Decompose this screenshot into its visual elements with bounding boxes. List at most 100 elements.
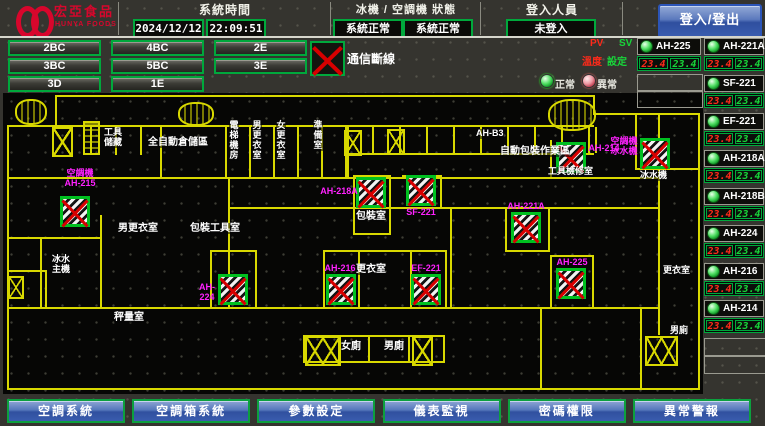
pv-value: 23.4: [706, 208, 733, 219]
wall-segment: [505, 250, 550, 252]
wall-segment: [368, 335, 370, 363]
setpoint-label: 設定: [607, 53, 627, 68]
comm-fault-marker[interactable]: [406, 175, 436, 206]
unit-name: SF-221: [723, 78, 756, 89]
wall-segment: [389, 175, 391, 235]
unit-cell-ah-216[interactable]: AH-216: [704, 263, 764, 280]
unit-name: AH-224: [723, 228, 757, 239]
nav-button[interactable]: 異常警報: [633, 399, 751, 423]
comm-fault-marker[interactable]: [511, 212, 541, 243]
pv-value: 23.4: [639, 58, 668, 69]
abnormal-lamp-icon: [582, 74, 596, 88]
nav-button[interactable]: 儀表監視: [383, 399, 501, 423]
unit-values: 23.423.4: [704, 243, 764, 258]
floor-button-3d[interactable]: 3D: [8, 76, 101, 92]
wall-segment: [592, 255, 594, 307]
floor-button-3bc[interactable]: 3BC: [8, 58, 101, 74]
unit-values: 23.423.4: [704, 281, 764, 296]
empty-slot: [704, 356, 765, 374]
comm-fault-marker[interactable]: [326, 274, 356, 305]
room-label: 冰水 主機: [52, 255, 70, 275]
status-lamp-icon: [707, 190, 720, 203]
shaft-x-icon: [52, 127, 73, 157]
room-label: 男更衣室: [118, 223, 158, 234]
unit-cell-ah-221a[interactable]: AH-221A: [704, 38, 764, 55]
unit-cell-ah-218b[interactable]: AH-218B: [704, 188, 764, 205]
status-lamp-icon: [707, 227, 720, 240]
sv-value: 23.4: [735, 170, 762, 181]
unit-cell-sf-221[interactable]: SF-221: [704, 75, 764, 92]
nav-button[interactable]: 空調箱系統: [132, 399, 250, 423]
wall-segment: [323, 250, 325, 307]
sv-value: 23.4: [670, 58, 699, 69]
room-label: 包裝室: [356, 211, 386, 222]
unit-cell-ah-224[interactable]: AH-224: [704, 225, 764, 242]
sv-value: 23.4: [735, 320, 762, 331]
sv-value: 23.4: [735, 208, 762, 219]
pv-column-label: PV: [590, 38, 603, 49]
floor-button-5bc[interactable]: 5BC: [111, 58, 204, 74]
unit-values: 23.423.4: [637, 56, 701, 71]
status-lamp-icon: [707, 40, 720, 53]
room-label: 女更衣室: [276, 121, 286, 161]
status-lamp-icon: [707, 152, 720, 165]
unit-name: AH-214: [723, 303, 757, 314]
login-logout-button[interactable]: 登入/登出: [658, 4, 762, 38]
wall-segment: [7, 307, 659, 309]
wall-segment: [55, 95, 57, 127]
status-lamp-icon: [707, 265, 720, 278]
unit-name: EF-221: [723, 116, 756, 127]
comm-fault-marker[interactable]: [411, 274, 441, 305]
nav-button[interactable]: 空調系統: [7, 399, 125, 423]
unit-cell-ef-221[interactable]: EF-221: [704, 113, 764, 130]
floor-button-1e[interactable]: 1E: [111, 76, 204, 92]
stairwell-icon: [15, 99, 47, 125]
wall-segment: [100, 215, 102, 307]
wall-segment: [323, 250, 447, 252]
equipment-label: SF-221: [402, 207, 440, 217]
shaft-x-icon: [412, 336, 433, 366]
header-divider: [622, 2, 623, 35]
room-label: 全自動倉儲區: [148, 137, 208, 148]
status-lamp-icon: [707, 77, 720, 90]
stairs-icon: [83, 121, 100, 155]
equipment-label: AH-218A: [320, 186, 358, 196]
machine-status-label: 冰機 / 空調機 狀態: [332, 4, 480, 17]
pv-value: 23.4: [706, 245, 733, 256]
room-label: 工具 儲藏: [104, 128, 122, 148]
wall-segment: [440, 175, 442, 207]
wall-segment: [353, 175, 355, 235]
unit-name: AH-221A: [723, 41, 765, 52]
unit-cell-ah-218a[interactable]: AH-218A: [704, 150, 764, 167]
floor-button-2e[interactable]: 2E: [214, 40, 307, 56]
wall-segment: [255, 250, 257, 307]
room-label: 電梯機房: [229, 121, 239, 161]
room-label: 男廁: [670, 326, 688, 336]
floor-button-3e[interactable]: 3E: [214, 58, 307, 74]
wall-segment: [45, 270, 47, 307]
sv-value: 23.4: [735, 58, 762, 69]
comm-fault-marker[interactable]: [356, 177, 386, 208]
comm-fault-marker[interactable]: [60, 196, 90, 227]
equipment-label: AH-221A: [506, 201, 546, 211]
unit-name: AH-225: [656, 41, 690, 52]
status-lamp-icon: [640, 40, 653, 53]
comm-fault-marker[interactable]: [556, 268, 586, 299]
sv-value: 23.4: [735, 245, 762, 256]
wall-segment: [7, 237, 102, 239]
floor-button-2bc[interactable]: 2BC: [8, 40, 101, 56]
sv-value: 23.4: [735, 283, 762, 294]
room-label: 男廁: [384, 341, 404, 352]
unit-cell-ah-214[interactable]: AH-214: [704, 300, 764, 317]
comm-fault-marker[interactable]: [640, 138, 670, 169]
floor-button-4bc[interactable]: 4BC: [111, 40, 204, 56]
comm-fault-marker[interactable]: [218, 274, 248, 305]
normal-legend-label: 正常: [555, 76, 575, 91]
unit-cell-ah-225[interactable]: AH-225: [637, 38, 701, 55]
shaft-x-icon: [8, 276, 24, 299]
logo-title: 宏亞食品: [54, 5, 114, 19]
nav-button[interactable]: 參數設定: [257, 399, 375, 423]
nav-button[interactable]: 密碼權限: [508, 399, 626, 423]
comm-fault-label: 通信斷線: [347, 50, 395, 67]
room-label: 工具檢修室: [548, 167, 593, 177]
